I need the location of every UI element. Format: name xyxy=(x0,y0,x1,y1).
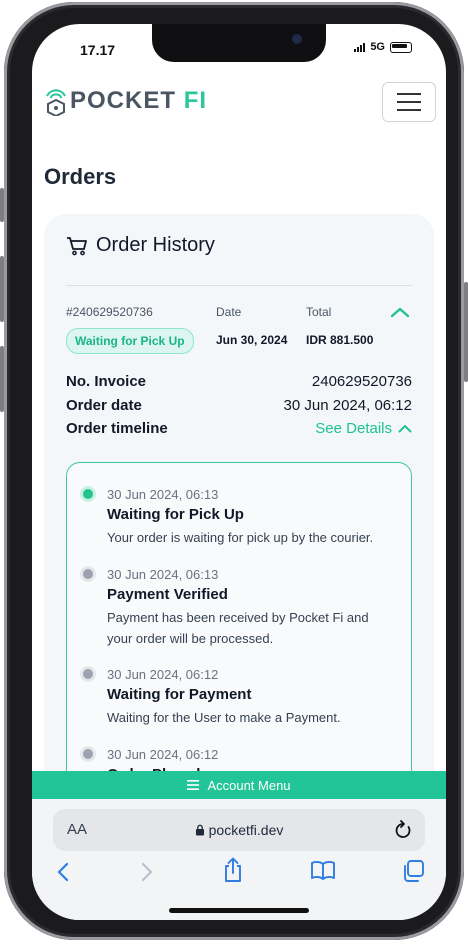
phone-frame: 17.17 5G POCKET FI Orders Order History … xyxy=(4,2,464,940)
back-icon[interactable] xyxy=(56,861,70,883)
order-timeline-row: Order timeline See Details xyxy=(66,420,412,437)
chevron-up-icon xyxy=(398,424,412,433)
reload-icon[interactable] xyxy=(393,819,413,841)
timeline-title: Waiting for Pick Up xyxy=(107,506,244,523)
order-total-value: IDR 881.500 xyxy=(306,333,374,347)
card-header: Order History xyxy=(66,234,215,257)
hamburger-menu-button[interactable] xyxy=(382,82,436,122)
timeline-dot-active xyxy=(83,489,93,499)
timeline-desc: Your order is waiting for pick up by the… xyxy=(107,530,374,545)
bookmarks-icon[interactable] xyxy=(310,859,336,881)
invoice-row: No. Invoice 240629520736 xyxy=(66,373,412,390)
invoice-value: 240629520736 xyxy=(311,373,412,390)
url-text: pocketfi.dev xyxy=(208,822,284,838)
collapse-chevron-up-icon[interactable] xyxy=(390,306,410,318)
total-label: Total xyxy=(306,305,332,319)
home-indicator xyxy=(169,908,309,913)
see-details-label: See Details xyxy=(315,420,392,437)
order-date-label: Order date xyxy=(66,397,142,414)
divider xyxy=(66,285,412,286)
timeline-time: 30 Jun 2024, 06:13 xyxy=(107,567,219,582)
card-title: Order History xyxy=(96,234,215,256)
url-display[interactable]: pocketfi.dev xyxy=(53,822,425,838)
tabs-icon[interactable] xyxy=(401,859,425,883)
status-indicators: 5G xyxy=(354,41,412,53)
order-date-value: Jun 30, 2024 xyxy=(216,333,288,347)
order-id: #240629520736 xyxy=(66,305,153,319)
status-time: 17.17 xyxy=(80,42,116,58)
date-label: Date xyxy=(216,305,242,319)
notch xyxy=(152,24,326,62)
site-header: POCKET FI xyxy=(32,80,446,130)
cart-icon xyxy=(67,236,87,255)
timeline-dot xyxy=(83,749,93,759)
timeline-dot xyxy=(83,569,93,579)
page-title: Orders xyxy=(44,164,117,189)
forward-icon[interactable] xyxy=(140,861,154,883)
share-icon[interactable] xyxy=(222,857,244,883)
browser-toolbar: AA pocketfi.dev xyxy=(32,799,446,920)
address-bar[interactable]: AA pocketfi.dev xyxy=(53,809,425,851)
logo-icon xyxy=(46,89,66,116)
phone-screen: 17.17 5G POCKET FI Orders Order History … xyxy=(32,24,446,920)
logo-accent: FI xyxy=(183,87,208,114)
timeline-time: 30 Jun 2024, 06:13 xyxy=(107,487,219,502)
timeline-time: 30 Jun 2024, 06:12 xyxy=(107,667,219,682)
power-button xyxy=(464,282,468,382)
account-menu-bar[interactable]: Account Menu xyxy=(32,771,446,799)
battery-icon xyxy=(390,41,412,53)
timeline-time: 30 Jun 2024, 06:12 xyxy=(107,747,219,762)
order-date-full: 30 Jun 2024, 06:12 xyxy=(283,397,412,414)
lock-icon xyxy=(195,824,204,836)
logo-text: POCKET FI xyxy=(70,87,207,115)
timeline-desc: Payment has been received by Pocket Fi a… xyxy=(107,610,369,646)
invoice-label: No. Invoice xyxy=(66,373,147,390)
camera xyxy=(292,34,302,44)
timeline-title: Waiting for Payment xyxy=(107,686,252,703)
account-menu-label: Account Menu xyxy=(207,777,291,793)
see-details-link[interactable]: See Details xyxy=(315,420,412,437)
network-label: 5G xyxy=(370,41,385,53)
order-date-row: Order date 30 Jun 2024, 06:12 xyxy=(66,397,412,414)
signal-icon xyxy=(354,42,366,52)
timeline-title: Payment Verified xyxy=(107,586,228,603)
menu-lines-icon xyxy=(187,780,200,790)
order-timeline-label: Order timeline xyxy=(66,420,168,437)
pocketfi-logo[interactable]: POCKET FI xyxy=(44,86,207,116)
timeline-desc: Waiting for the User to make a Payment. xyxy=(107,710,341,725)
timeline-dot xyxy=(83,669,93,679)
order-history-card: Order History #240629520736 Date Total W… xyxy=(44,214,434,884)
status-badge: Waiting for Pick Up xyxy=(66,328,194,354)
logo-main: POCKET xyxy=(70,87,177,114)
